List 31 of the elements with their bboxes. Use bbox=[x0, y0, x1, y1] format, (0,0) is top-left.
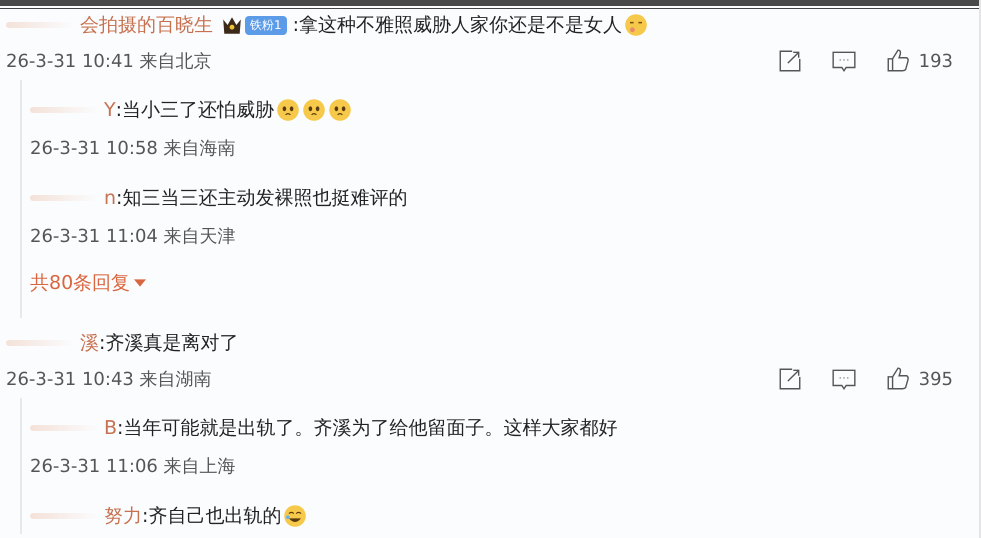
emoji-icon bbox=[283, 504, 308, 528]
comment-author[interactable]: 溪 bbox=[80, 330, 99, 356]
reply-meta: 26-3-31 11:04 来自天津 bbox=[30, 225, 236, 248]
thumbs-up-icon bbox=[884, 366, 911, 392]
emoji-icon bbox=[328, 98, 352, 122]
reply-author[interactable]: 努力 bbox=[104, 503, 142, 529]
thumbs-up-icon bbox=[884, 48, 911, 74]
emoji-icon bbox=[302, 98, 326, 122]
comment-text: :齐溪真是离对了 bbox=[99, 331, 238, 356]
more-replies-link[interactable]: 共80条回复 bbox=[30, 256, 146, 318]
emoji-icon bbox=[624, 13, 648, 37]
reply-author[interactable]: n bbox=[104, 187, 116, 209]
comment-meta: 26-3-31 10:43 来自湖南 bbox=[6, 368, 212, 391]
comment-meta: 26-3-31 10:41 来自北京 bbox=[6, 50, 212, 73]
reply-meta: 26-3-31 10:58 来自海南 bbox=[30, 137, 236, 160]
reply-text: :当小三了还怕威胁 bbox=[116, 98, 274, 123]
reply-text: :齐自己也出轨的 bbox=[142, 504, 282, 529]
share-icon[interactable] bbox=[776, 48, 803, 74]
like-button[interactable]: 193 bbox=[884, 48, 953, 74]
comment-author[interactable]: 会拍摄的百晓生 bbox=[80, 12, 213, 38]
share-icon[interactable] bbox=[776, 366, 803, 392]
reply-text: :知三当三还主动发裸照也挺难评的 bbox=[116, 186, 408, 211]
caret-icon bbox=[134, 279, 146, 287]
comment-text: :拿这种不雅照威胁人家你还是不是女人 bbox=[292, 13, 622, 38]
fan-badge: 铁粉1 bbox=[245, 16, 287, 34]
reply-text: :当年可能就是出轨了。齐溪为了给他留面子。这样大家都好 bbox=[117, 416, 618, 441]
reply-meta: 26-3-31 11:06 来自上海 bbox=[30, 455, 236, 478]
like-button[interactable]: 395 bbox=[884, 366, 953, 392]
reply-author[interactable]: B bbox=[104, 417, 118, 439]
reply-author[interactable]: Y bbox=[104, 99, 116, 121]
emoji-icon bbox=[276, 98, 300, 122]
